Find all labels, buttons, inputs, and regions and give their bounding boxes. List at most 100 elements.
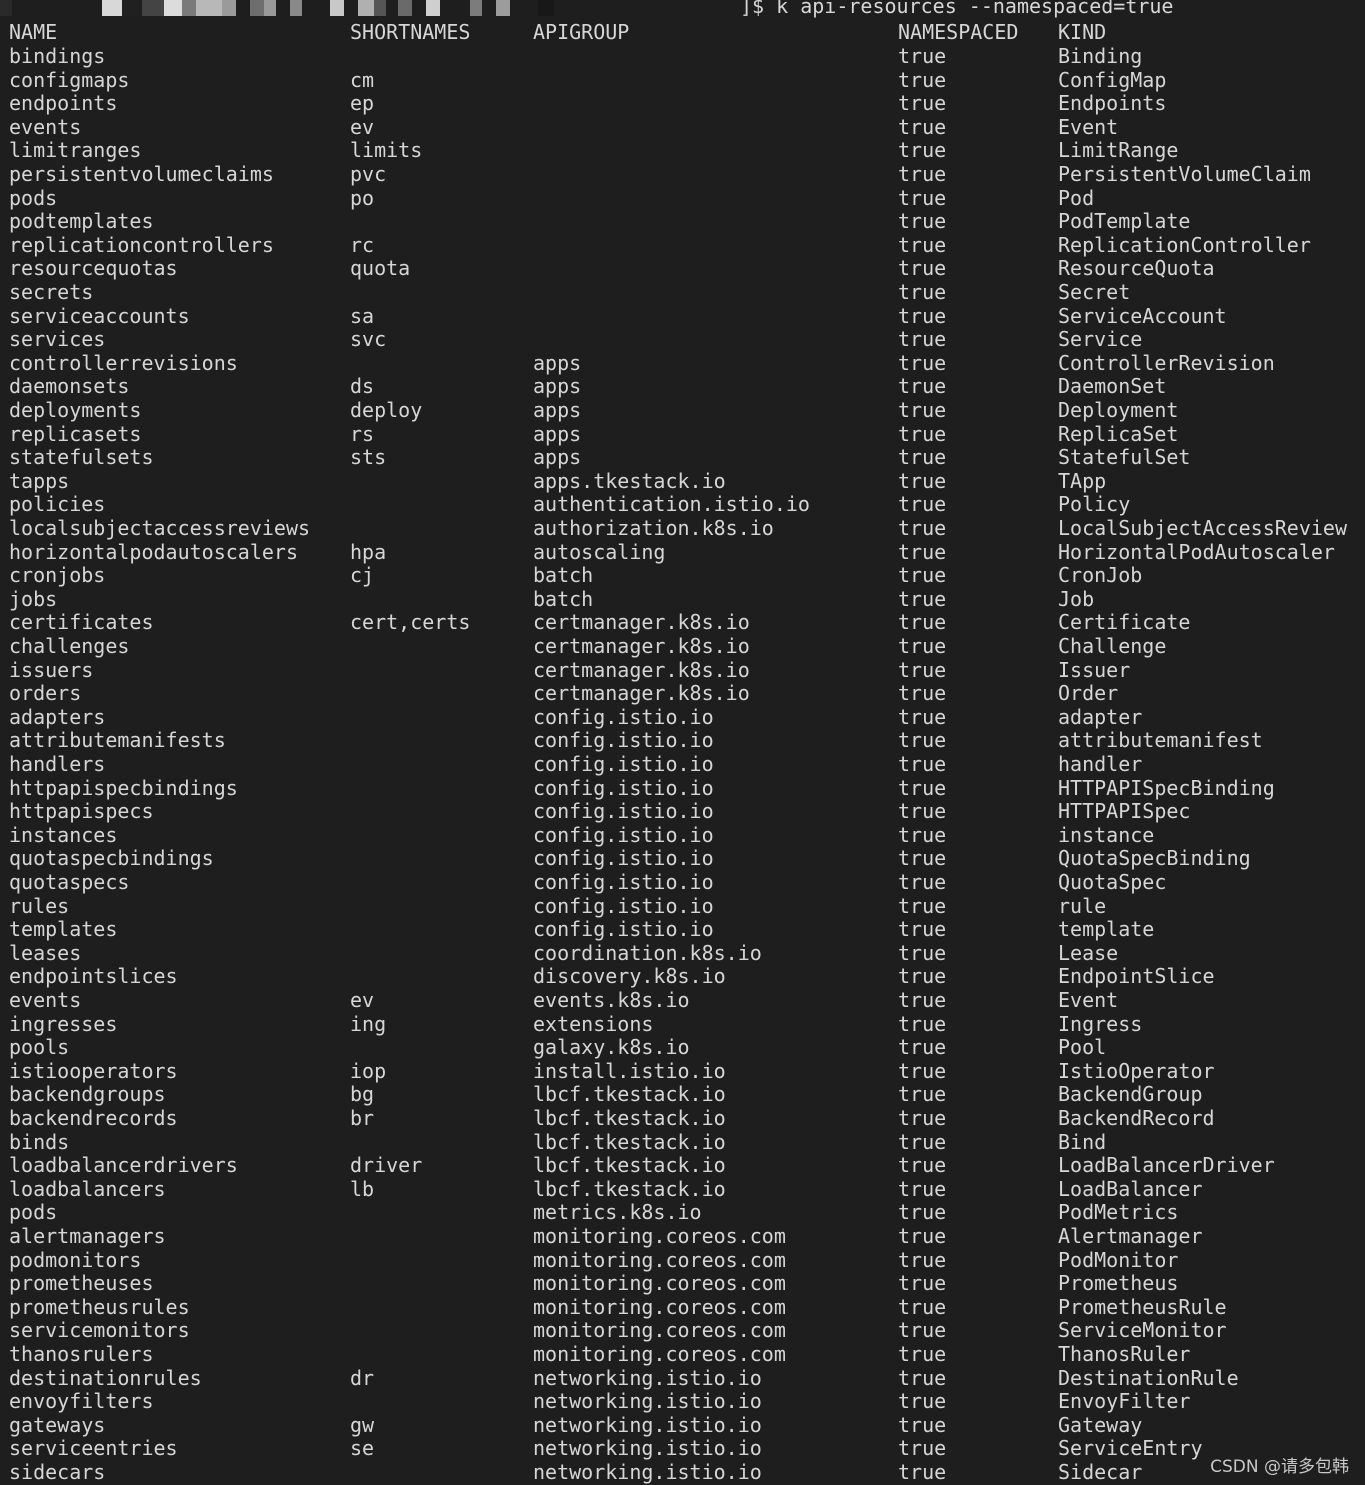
cell-namespaced: true [898, 44, 947, 68]
cell-name: backendrecords [9, 1106, 178, 1130]
cell-shortnames: sts [350, 445, 387, 470]
table-row: limitranges limits true LimitRange [0, 139, 1365, 163]
cell-apigroup: galaxy.k8s.io [533, 1035, 690, 1060]
cell-name: prometheusrules [9, 1294, 190, 1319]
cell-namespaced: true [898, 539, 947, 564]
cell-kind: BackendRecord [1058, 1106, 1215, 1130]
cell-namespaced: true [898, 327, 947, 352]
cell-name: pods [9, 1200, 58, 1225]
cell-kind: Deployment [1058, 398, 1179, 422]
table-row: servicemonitors monitoring.coreos.com true… [0, 1319, 1365, 1343]
cell-name: horizontalpodautoscalers [9, 539, 298, 564]
table-row: services svc true Service [0, 328, 1365, 352]
cell-namespaced: true [898, 91, 947, 116]
cell-kind: BackendGroup [1058, 1082, 1203, 1107]
cell-kind: EnvoyFilter [1058, 1389, 1191, 1414]
cell-apigroup: lbcf.tkestack.io [533, 1082, 726, 1107]
cell-shortnames: hpa [350, 539, 387, 564]
cell-namespaced: true [898, 1153, 947, 1178]
table-row: serviceentries se networking.istio.io true S… [0, 1437, 1365, 1461]
cell-name: services [9, 327, 106, 352]
cell-kind: DaemonSet [1058, 374, 1167, 399]
cell-kind: Service [1058, 327, 1143, 352]
cell-shortnames: ev [350, 988, 375, 1012]
cell-namespaced: true [898, 775, 947, 800]
cell-namespaced: true [898, 704, 947, 729]
cell-name: issuers [9, 657, 94, 682]
cell-kind: Gateway [1058, 1412, 1143, 1437]
table-row: localsubjectaccessreviews authorization.k… [0, 516, 1365, 541]
cell-namespaced: true [898, 303, 947, 328]
cell-kind: PersistentVolumeClaim [1058, 162, 1311, 186]
cell-name: adapters [9, 704, 106, 729]
cell-kind: Ingress [1058, 1011, 1143, 1036]
cell-name: certificates [9, 610, 154, 635]
cell-apigroup: monitoring.coreos.com [533, 1247, 786, 1272]
cell-apigroup: authorization.k8s.io [533, 516, 774, 540]
cell-name: leases [9, 940, 82, 965]
cell-name: backendgroups [9, 1082, 166, 1107]
cell-shortnames: cm [350, 67, 375, 92]
cell-kind: template [1058, 917, 1155, 942]
cell-namespaced: true [898, 256, 947, 281]
cell-name: quotaspecbindings [9, 846, 214, 871]
cell-kind: Order [1058, 681, 1119, 706]
cell-kind: rule [1058, 893, 1107, 918]
terminal-window[interactable]: ]$ k api-resources --namespaced=true NAM… [0, 0, 1365, 1485]
cell-shortnames: br [350, 1106, 375, 1130]
cell-shortnames: sa [350, 303, 375, 328]
cell-namespaced: true [898, 1200, 947, 1225]
cell-apigroup: certmanager.k8s.io [533, 610, 750, 635]
table-row: cronjobs cj batch true CronJob [0, 564, 1365, 588]
cell-apigroup: batch [533, 586, 594, 611]
table-row: issuers certmanager.k8s.io true Issuer [0, 657, 1365, 683]
cell-kind: Prometheus [1058, 1271, 1179, 1296]
cell-kind: CronJob [1058, 563, 1143, 588]
cell-kind: Job [1058, 586, 1095, 611]
cell-namespaced: true [898, 492, 947, 517]
cell-name: httpapispecs [9, 799, 154, 824]
cell-kind: ResourceQuota [1058, 256, 1215, 281]
table-header: NAME SHORTNAMES APIGROUP NAMESPACED KIND [0, 20, 1365, 45]
cell-namespaced: true [898, 870, 947, 894]
table-row: istiooperators iop install.istio.io true Ist… [0, 1059, 1365, 1084]
cell-apigroup: monitoring.coreos.com [533, 1318, 786, 1343]
cell-kind: HTTPAPISpecBinding [1058, 775, 1275, 800]
cell-apigroup: coordination.k8s.io [533, 940, 762, 965]
table-row: tapps apps.tkestack.io true TApp [0, 468, 1365, 494]
cell-kind: ServiceEntry [1058, 1436, 1203, 1461]
cell-shortnames: ds [350, 374, 375, 399]
cell-apigroup: apps.tkestack.io [533, 468, 726, 493]
cell-name: httpapispecbindings [9, 775, 238, 800]
header-apigroup: APIGROUP [533, 20, 630, 44]
table-row: thanosrulers monitoring.coreos.com true Tha… [0, 1342, 1365, 1367]
cell-name: daemonsets [9, 374, 130, 399]
cell-namespaced: true [898, 114, 947, 139]
header-name: NAME [9, 20, 58, 44]
header-namespaced: NAMESPACED [898, 20, 1019, 44]
cell-name: servicemonitors [9, 1318, 190, 1343]
table-row: instances config.istio.io true instance [0, 823, 1365, 848]
cell-name: secrets [9, 280, 94, 304]
cell-namespaced: true [898, 1011, 947, 1036]
cell-kind: Secret [1058, 280, 1131, 304]
cell-name: handlers [9, 752, 106, 776]
table-row: adapters config.istio.io true adapter [0, 704, 1365, 730]
cell-kind: QuotaSpecBinding [1058, 846, 1251, 871]
cell-namespaced: true [898, 162, 947, 186]
cell-name: serviceaccounts [9, 303, 190, 328]
cell-name: bindings [9, 44, 106, 68]
table-row: replicasets rs apps true ReplicaSet [0, 422, 1365, 447]
cell-namespaced: true [898, 893, 947, 918]
cell-name: jobs [9, 586, 58, 611]
cell-apigroup: certmanager.k8s.io [533, 657, 750, 682]
cell-kind: Event [1058, 988, 1119, 1012]
cell-kind: adapter [1058, 704, 1143, 729]
cell-kind: ControllerRevision [1058, 350, 1275, 375]
table-row: endpoints ep true Endpoints [0, 92, 1365, 116]
cell-name: controllerrevisions [9, 350, 238, 375]
cell-namespaced: true [898, 681, 947, 706]
cell-kind: QuotaSpec [1058, 870, 1167, 894]
table-row: sidecars networking.istio.io true Sidecar [0, 1460, 1365, 1485]
cell-kind: Endpoints [1058, 91, 1167, 116]
